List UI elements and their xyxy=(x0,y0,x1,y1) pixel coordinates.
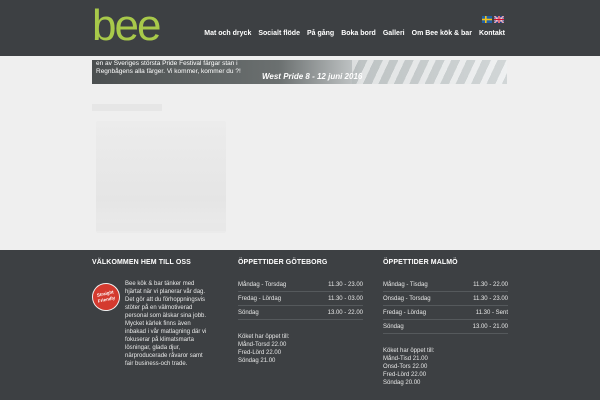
svg-text:bee: bee xyxy=(92,7,160,45)
goteborg-hours-column: ÖPPETTIDER GÖTEBORG Måndag - Torsdag 11.… xyxy=(238,259,363,364)
hours-time: 13.00 - 21.00 xyxy=(472,324,508,330)
goteborg-kitchen-hours: Köket har öppet till: Månd-Torsd 22.00 F… xyxy=(238,333,363,365)
hours-day: Söndag xyxy=(238,310,259,316)
straight-friendly-badge: Straight Friendly xyxy=(89,280,123,314)
malmo-hours-column: ÖPPETTIDER MALMÖ Måndag - Tisdag 11.30 -… xyxy=(383,259,508,386)
faded-caption xyxy=(96,223,226,231)
banner-date: West Pride 8 - 12 juni 2016 xyxy=(262,72,363,81)
hours-row: Måndag - Torsdag 11.30 - 23.00 xyxy=(238,278,363,292)
pride-banner[interactable]: en av Sveriges största Pride Festival fä… xyxy=(92,60,507,84)
site-footer: VÄLKOMMEN HEM TILL OSS Straight Friendly… xyxy=(0,250,600,400)
kitchen-line: Fred-Lörd 22.00 xyxy=(238,350,282,356)
welcome-title: VÄLKOMMEN HEM TILL OSS xyxy=(92,259,191,266)
nav-boka-bord[interactable]: Boka bord xyxy=(341,30,376,37)
hours-time: 11.30 - 23.00 xyxy=(328,282,363,288)
hours-time: 11.30 - Sent xyxy=(475,310,508,316)
english-flag-icon[interactable] xyxy=(494,16,504,23)
nav-socialt-flode[interactable]: Socialt flöde xyxy=(258,30,300,37)
welcome-column: VÄLKOMMEN HEM TILL OSS Straight Friendly… xyxy=(89,259,212,367)
hours-day: Måndag - Torsdag xyxy=(238,282,287,288)
hours-row: Fredag - Lördag 11.30 - 03.00 xyxy=(238,292,363,306)
swedish-flag-icon[interactable] xyxy=(482,16,492,23)
hours-row: Fredag - Lördag 11.30 - Sent xyxy=(383,306,508,320)
hours-day: Söndag xyxy=(383,324,404,330)
hours-day: Fredag - Lördag xyxy=(383,310,427,316)
goteborg-title: ÖPPETTIDER GÖTEBORG xyxy=(238,259,328,266)
nav-mat-och-dryck[interactable]: Mat och dryck xyxy=(204,30,251,37)
kitchen-line: Fred-Lörd 22.00 xyxy=(383,372,427,378)
nav-om-bee[interactable]: Om Bee kök & bar xyxy=(412,30,472,37)
malmo-hours: Måndag - Tisdag 11.30 - 22.00 Onsdag - T… xyxy=(383,278,508,334)
kitchen-line: Köket har öppet till: xyxy=(238,334,290,340)
hours-day: Onsdag - Torsdag xyxy=(383,296,431,302)
hours-day: Fredag - Lördag xyxy=(238,296,282,302)
banner-text: en av Sveriges största Pride Festival fä… xyxy=(96,60,241,75)
hours-time: 11.30 - 03.00 xyxy=(328,296,363,302)
faded-image xyxy=(96,121,226,233)
hours-time: 13.00 - 22.00 xyxy=(327,310,363,316)
site-header: bee Mat och dryck Socialt flöde På gång … xyxy=(0,0,600,56)
hours-time: 11.30 - 23.00 xyxy=(473,296,508,302)
goteborg-hours: Måndag - Torsdag 11.30 - 23.00 Fredag - … xyxy=(238,278,363,320)
kitchen-line: Söndag 21.00 xyxy=(238,358,276,364)
banner-decoration xyxy=(352,60,507,84)
main-nav: Mat och dryck Socialt flöde På gång Boka… xyxy=(204,30,505,37)
kitchen-line: Köket har öppet till: xyxy=(383,348,435,354)
nav-galleri[interactable]: Galleri xyxy=(383,30,405,37)
hours-row: Onsdag - Torsdag 11.30 - 23.00 xyxy=(383,292,508,306)
hours-row: Måndag - Tisdag 11.30 - 22.00 xyxy=(383,278,508,292)
malmo-kitchen-hours: Köket har öppet till: Månd-Tisd 21.00 On… xyxy=(383,347,508,387)
bee-logo[interactable]: bee xyxy=(92,7,204,45)
kitchen-line: Månd-Torsd 22.00 xyxy=(238,342,287,348)
nav-pa-gang[interactable]: På gång xyxy=(307,30,334,37)
hours-day: Måndag - Tisdag xyxy=(383,282,428,288)
hours-time: 11.30 - 22.00 xyxy=(473,282,508,288)
malmo-title: ÖPPETTIDER MALMÖ xyxy=(383,259,458,266)
language-switcher xyxy=(482,16,504,23)
nav-kontakt[interactable]: Kontakt xyxy=(479,30,505,37)
kitchen-line: Månd-Tisd 21.00 xyxy=(383,356,428,362)
kitchen-line: Onsd-Tors 22.00 xyxy=(383,364,428,370)
hours-row: Söndag 13.00 - 21.00 xyxy=(383,320,508,334)
kitchen-line: Söndag 20.00 xyxy=(383,380,421,386)
faded-heading xyxy=(92,104,162,111)
welcome-text: Bee kök & bar tänker med hjärtat när vi … xyxy=(125,281,207,367)
hours-row: Söndag 13.00 - 22.00 xyxy=(238,306,363,320)
